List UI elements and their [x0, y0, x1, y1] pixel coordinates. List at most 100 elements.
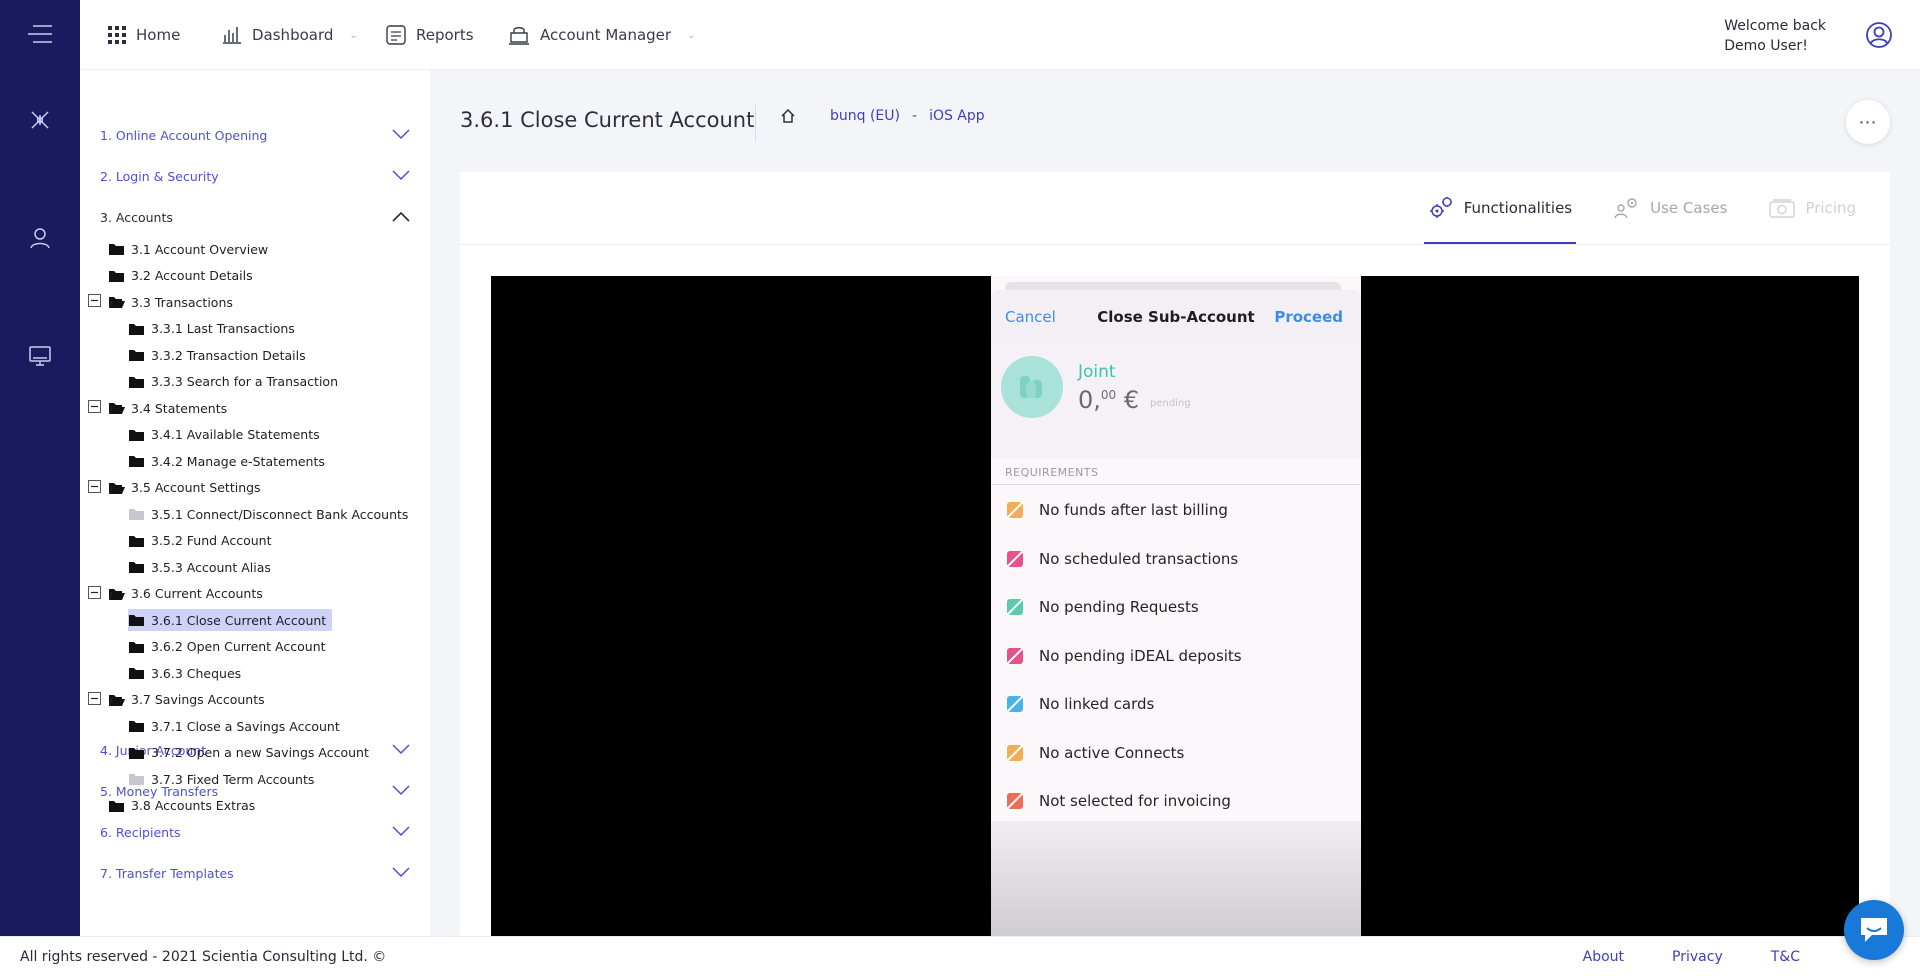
footer: All rights reserved - 2021 Scientia Cons… — [0, 936, 1920, 976]
nav-account-manager[interactable]: Account Manager ⌄ — [508, 0, 695, 70]
sidebar-section-3[interactable]: 3. Accounts — [100, 202, 410, 232]
tree-item[interactable]: 3.3.2 Transaction Details — [128, 344, 306, 366]
tree-item[interactable]: 3.3.3 Search for a Transaction — [128, 371, 338, 393]
tree-item[interactable]: 3.1 Account Overview — [108, 238, 268, 260]
folder-icon — [128, 746, 151, 760]
tree-item-label: 3.7.2 Open a new Savings Account — [151, 745, 369, 760]
collapse-toggle-icon[interactable] — [88, 400, 108, 416]
tree-item-label: 3.3.1 Last Transactions — [151, 321, 295, 336]
folder-open-icon — [108, 587, 131, 601]
sidebar-section-label: 6. Recipients — [100, 824, 181, 840]
collapse-toggle-icon[interactable] — [88, 479, 108, 496]
tree-item[interactable]: 3.5.1 Connect/Disconnect Bank Accounts — [128, 503, 408, 525]
tree-item[interactable]: 3.4 Statements — [88, 397, 227, 419]
home-icon[interactable] — [780, 108, 796, 124]
tree-item[interactable]: 3.6 Current Accounts — [88, 583, 263, 605]
collapse-toggle-icon[interactable] — [88, 691, 108, 708]
tree-item[interactable]: 3.6.2 Open Current Account — [128, 636, 326, 658]
content-card: Functionalities Use Cases Pricing Cancel… — [460, 172, 1890, 936]
menu-icon[interactable] — [24, 18, 56, 50]
tree-item[interactable]: 3.7 Savings Accounts — [88, 689, 265, 711]
tree-item[interactable]: 3.5.3 Account Alias — [128, 556, 271, 578]
collapse-toggle-icon[interactable] — [88, 585, 108, 602]
chevron-down-icon — [392, 128, 410, 143]
nav-reports[interactable]: Reports — [386, 0, 474, 70]
sidebar-section-6[interactable]: 6. Recipients — [100, 817, 410, 847]
tree-item-label: 3.3.2 Transaction Details — [151, 347, 306, 363]
sidebar-section-7[interactable]: 7. Transfer Templates — [100, 858, 410, 888]
tree-item[interactable]: 3.7.1 Close a Savings Account — [128, 715, 340, 737]
tree-item[interactable]: 3.7.2 Open a new Savings Account — [128, 742, 369, 764]
breadcrumb-bank[interactable]: bunq (EU) — [830, 108, 900, 124]
top-bar: Home Dashboard ⌄ Reports Account Manager… — [80, 0, 1920, 70]
tab-pricing[interactable]: Pricing — [1765, 172, 1860, 244]
folder-icon — [128, 534, 151, 548]
balance-main: 0, — [1078, 386, 1101, 414]
breadcrumb-separator: - — [912, 108, 918, 124]
requirement-item: No pending Requests — [1005, 595, 1199, 619]
tree-item-label: 3.6.2 Open Current Account — [151, 639, 326, 654]
tree-item-label: 3.7.1 Close a Savings Account — [151, 718, 340, 734]
tree-item-label: 3.2 Account Details — [131, 268, 253, 283]
tree-item[interactable]: 3.5.2 Fund Account — [128, 530, 272, 552]
tree-item[interactable]: 3.3.1 Last Transactions — [128, 318, 295, 340]
tree-item[interactable]: 3.7.3 Fixed Term Accounts — [128, 768, 314, 790]
user-avatar-icon[interactable] — [1864, 20, 1894, 50]
chat-button[interactable] — [1844, 900, 1904, 960]
footer-copyright: All rights reserved - 2021 Scientia Cons… — [20, 948, 387, 965]
requirement-check-icon — [1005, 743, 1025, 763]
folder-icon — [128, 507, 151, 521]
video-player[interactable]: Cancel Close Sub-Account Proceed Joint 0… — [491, 276, 1859, 936]
user-icon[interactable] — [24, 222, 56, 254]
sidebar-section-label: 1. Online Account Opening — [100, 127, 268, 143]
tree-item-label: 3.5.3 Account Alias — [151, 559, 271, 575]
requirement-check-icon — [1005, 500, 1025, 520]
tree-item-label: 3.7 Savings Accounts — [131, 692, 265, 707]
tree-item[interactable]: 3.3 Transactions — [88, 291, 233, 313]
footer-tc-link[interactable]: T&C — [1771, 949, 1800, 965]
tree-item[interactable]: 3.6.3 Cheques — [128, 662, 241, 684]
nav-home[interactable]: Home — [108, 0, 180, 70]
chevron-down-icon — [392, 743, 410, 758]
monitor-icon[interactable] — [24, 340, 56, 372]
tab-use-cases[interactable]: Use Cases — [1610, 172, 1731, 244]
sidebar-tree: 1. Online Account Opening 2. Login & Secu… — [80, 70, 430, 936]
sidebar-section-1[interactable]: 1. Online Account Opening — [100, 120, 410, 150]
tab-bar: Functionalities Use Cases Pricing — [1423, 172, 1860, 244]
tab-functionalities[interactable]: Functionalities — [1423, 172, 1577, 244]
folder-icon — [128, 375, 151, 389]
requirement-item: No scheduled transactions — [1005, 547, 1238, 571]
tree-item-selected[interactable]: 3.6.1 Close Current Account — [128, 609, 333, 631]
tree-item[interactable]: 3.4.2 Manage e-Statements — [128, 450, 325, 472]
tree-item-label: 3.5.1 Connect/Disconnect Bank Accounts — [151, 506, 409, 522]
welcome-line-1: Welcome back — [1724, 18, 1826, 34]
nav-account-manager-label: Account Manager — [540, 26, 672, 44]
footer-privacy-link[interactable]: Privacy — [1672, 949, 1723, 965]
breadcrumb-app[interactable]: iOS App — [929, 108, 985, 124]
tree-item[interactable]: 3.8 Accounts Extras — [108, 795, 255, 817]
more-options-button[interactable]: ⋯ — [1846, 100, 1890, 144]
pending-label: pending — [1150, 398, 1191, 409]
requirement-check-icon — [1005, 549, 1025, 569]
sidebar-section-label: 3. Accounts — [100, 209, 173, 225]
tab-use-cases-label: Use Cases — [1650, 199, 1728, 217]
phone-screen: Cancel Close Sub-Account Proceed Joint 0… — [991, 276, 1361, 936]
tree-item[interactable]: 3.2 Account Details — [108, 265, 253, 287]
tree-item-label: 3.3.3 Search for a Transaction — [151, 374, 338, 389]
folder-icon — [108, 269, 131, 283]
collapse-toggle-icon[interactable] — [88, 294, 108, 310]
requirement-label: No pending Requests — [1039, 598, 1199, 616]
chevron-down-icon — [392, 825, 410, 840]
footer-links: About Privacy T&C — [1583, 937, 1800, 976]
tree-item-label: 3.7.3 Fixed Term Accounts — [151, 771, 315, 787]
network-icon[interactable] — [24, 104, 56, 136]
tree-item[interactable]: 3.5 Account Settings — [88, 477, 261, 499]
tree-item-label: 3.5 Account Settings — [131, 480, 261, 495]
sidebar-fade — [80, 922, 430, 936]
nav-dashboard[interactable]: Dashboard ⌄ — [222, 0, 358, 70]
footer-about-link[interactable]: About — [1583, 949, 1624, 965]
tree-item[interactable]: 3.4.1 Available Statements — [128, 424, 320, 446]
tree-item-label: 3.6.3 Cheques — [151, 665, 242, 681]
folder-icon — [108, 799, 131, 813]
sidebar-section-2[interactable]: 2. Login & Security — [100, 161, 410, 191]
